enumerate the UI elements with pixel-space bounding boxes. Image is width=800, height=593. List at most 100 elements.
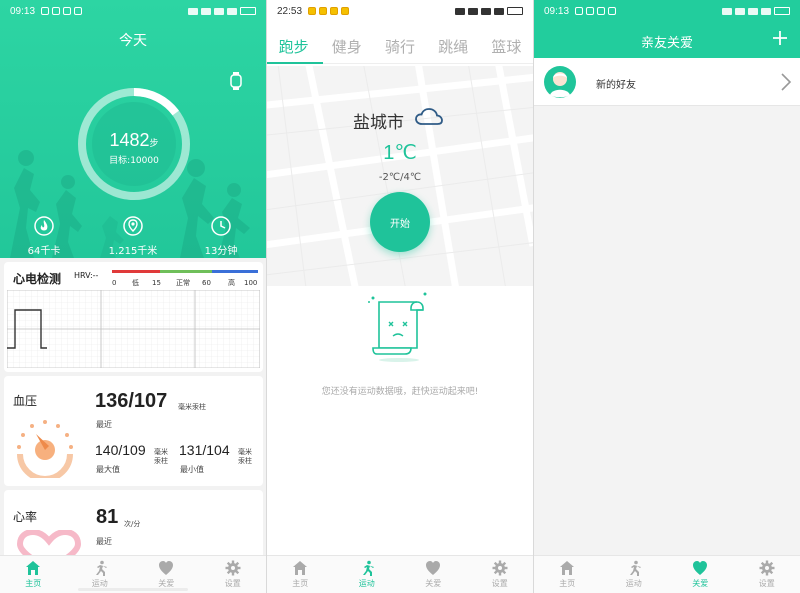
duration-value: 13分钟 xyxy=(204,246,238,257)
signal-battery-icons xyxy=(722,7,790,15)
nav-sport-label: 运动 xyxy=(625,579,642,588)
sport-screen: 22:53 跑步 健身 骑行 跳绳 篮球 盐城市 1℃ -2℃/4℃ 开始 您还… xyxy=(267,0,533,593)
home-indicator xyxy=(78,588,188,591)
sport-tabs: 跑步 健身 骑行 跳绳 篮球 xyxy=(267,30,533,64)
new-friend-row[interactable]: 新的好友 xyxy=(534,58,800,106)
heart-icon xyxy=(159,561,174,575)
bp-max-label: 最大值 xyxy=(96,465,120,474)
nav-care[interactable]: 关爱 xyxy=(667,556,734,593)
notification-icons xyxy=(308,7,350,15)
nav-care-label: 关爱 xyxy=(692,579,709,588)
ecg-grid xyxy=(7,290,260,368)
bp-min-label: 最小值 xyxy=(180,465,204,474)
gauge-icon xyxy=(17,420,73,478)
bp-recent-value: 136/107 xyxy=(95,390,168,412)
ecg-card[interactable]: 心电检测 HRV:-- 0 低 15 正常 60 高 100 xyxy=(4,262,263,372)
distance-value: 1.215千米 xyxy=(108,246,158,257)
new-friend-label: 新的好友 xyxy=(596,80,636,91)
nav-home-label: 主页 xyxy=(292,579,309,588)
tab-cycling[interactable]: 骑行 xyxy=(385,30,415,63)
heart-rate-card[interactable]: 心率 81 次/分 最近 xyxy=(4,490,263,560)
run-icon xyxy=(95,560,107,576)
home-icon xyxy=(293,561,308,575)
home-screen: 09:13 今天 1482步 目标:10000 64千卡 1.215千米 13分… xyxy=(0,0,266,593)
gear-icon xyxy=(225,560,241,576)
tab-jump-rope[interactable]: 跳绳 xyxy=(438,30,468,63)
nav-home-label: 主页 xyxy=(25,579,42,588)
nav-settings-label: 设置 xyxy=(758,579,775,588)
heart-icon xyxy=(426,561,441,575)
hr-recent-label: 最近 xyxy=(96,537,112,546)
app-screenshot: 09:13 今天 1482步 目标:10000 64千卡 1.215千米 13分… xyxy=(0,0,800,593)
calories-stat: 64千卡 xyxy=(9,216,79,257)
nav-settings[interactable]: 设置 xyxy=(467,556,534,593)
empty-state-text: 您还没有运动数据哦，赶快运动起来吧! xyxy=(321,387,479,397)
page-title: 今天 xyxy=(119,33,147,49)
watch-icon[interactable] xyxy=(230,72,242,90)
hrv-scale-word-high: 高 xyxy=(228,278,235,287)
notification-icons xyxy=(575,7,617,15)
nav-sport-label: 运动 xyxy=(91,579,108,588)
heart-icon xyxy=(693,561,708,575)
bp-title: 血压 xyxy=(13,394,38,408)
nav-sport[interactable]: 运动 xyxy=(601,556,668,593)
steps-number: 1482 xyxy=(109,130,150,150)
tab-running[interactable]: 跑步 xyxy=(267,30,323,64)
status-bar: 09:13 xyxy=(0,0,266,22)
signal-battery-icons xyxy=(188,7,256,15)
nav-settings[interactable]: 设置 xyxy=(200,556,267,593)
bottom-nav: 主页 运动 关爱 设置 xyxy=(0,555,266,593)
calories-value: 64千卡 xyxy=(27,246,61,257)
home-icon xyxy=(560,561,575,575)
hr-value: 81 xyxy=(96,506,119,528)
flame-icon xyxy=(34,216,54,236)
status-time: 22:53 xyxy=(277,5,303,17)
signal-battery-icons xyxy=(455,7,523,15)
bottom-nav: 主页 运动 关爱 设置 xyxy=(534,555,800,593)
gear-icon xyxy=(492,560,508,576)
steps-unit: 步 xyxy=(149,138,159,148)
distance-stat: 1.215千米 xyxy=(98,216,168,257)
nav-home[interactable]: 主页 xyxy=(534,556,601,593)
bp-min-value: 131/104 xyxy=(179,442,230,458)
nav-sport-label: 运动 xyxy=(358,579,375,588)
hrv-scale: 0 低 15 正常 60 高 100 xyxy=(112,270,258,287)
tab-basketball[interactable]: 篮球 xyxy=(491,30,521,63)
nav-settings[interactable]: 设置 xyxy=(734,556,800,593)
steps-goal: 目标:10000 xyxy=(109,156,159,166)
status-time: 09:13 xyxy=(544,5,570,17)
start-button[interactable]: 开始 xyxy=(370,192,430,252)
run-icon xyxy=(629,560,641,576)
nav-home-label: 主页 xyxy=(559,579,576,588)
steps-value: 1482步 xyxy=(76,130,192,151)
temperature: 1℃ xyxy=(383,142,417,164)
nav-home[interactable]: 主页 xyxy=(0,556,67,593)
status-bar: 22:53 xyxy=(267,0,533,22)
bp-max-unit: 毫米汞柱 xyxy=(154,448,168,465)
nav-settings-label: 设置 xyxy=(491,579,508,588)
tab-fitness[interactable]: 健身 xyxy=(332,30,362,63)
bp-recent-label: 最近 xyxy=(96,420,112,429)
hrv-scale-num-15: 15 xyxy=(152,279,161,287)
gear-icon xyxy=(759,560,775,576)
ecg-title: 心电检测 xyxy=(13,272,62,286)
plus-icon[interactable] xyxy=(772,30,788,46)
nav-care[interactable]: 关爱 xyxy=(400,556,467,593)
city-name: 盐城市 xyxy=(353,113,404,133)
nav-sport[interactable]: 运动 xyxy=(334,556,401,593)
hr-unit: 次/分 xyxy=(124,520,141,528)
bottom-nav: 主页 运动 关爱 设置 xyxy=(267,555,533,593)
nav-settings-label: 设置 xyxy=(224,579,241,588)
nav-home[interactable]: 主页 xyxy=(267,556,334,593)
empty-scroll-icon xyxy=(368,292,427,362)
nav-care-label: 关爱 xyxy=(425,579,442,588)
bp-unit: 毫米汞柱 xyxy=(178,403,206,411)
avatar xyxy=(544,66,576,98)
home-icon xyxy=(26,561,41,575)
hrv-label: HRV:-- xyxy=(74,271,99,280)
blood-pressure-card[interactable]: 血压 136/107 毫米汞柱 最近 140/109 毫米汞柱 最大值 131/… xyxy=(4,376,263,486)
notification-icons xyxy=(41,7,83,15)
status-bar: 09:13 xyxy=(534,0,800,22)
hrv-scale-word-low: 低 xyxy=(132,278,139,287)
temperature-range: -2℃/4℃ xyxy=(378,172,422,183)
